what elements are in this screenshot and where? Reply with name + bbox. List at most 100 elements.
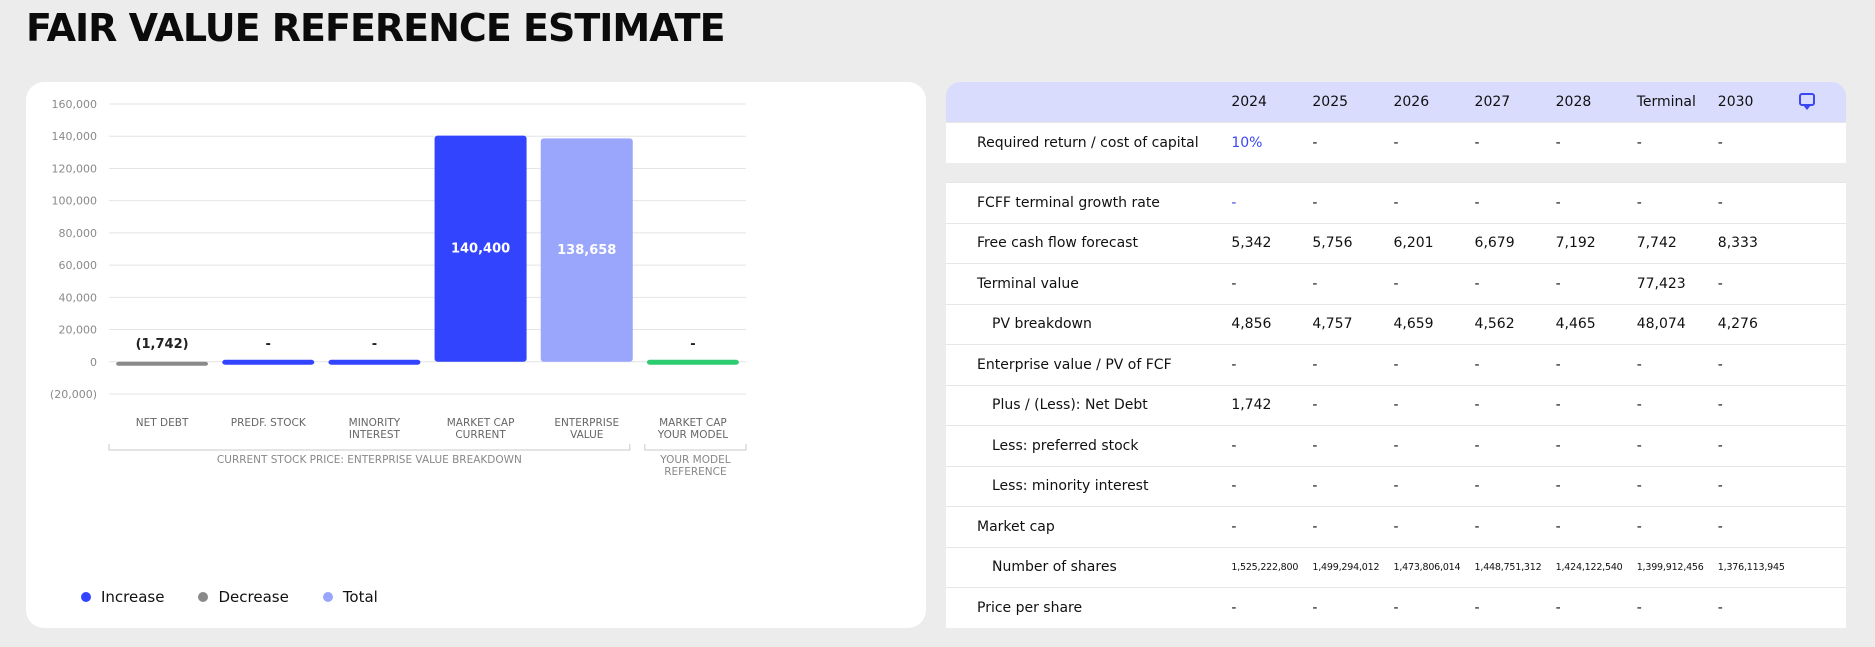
row-label: Price per share xyxy=(977,600,1083,616)
table-cell[interactable]: 10% xyxy=(1231,122,1312,163)
table-cell: 4,856 xyxy=(1231,316,1272,333)
table-cell: - xyxy=(1717,600,1723,616)
table-cell: - xyxy=(1717,518,1723,535)
table-cell[interactable]: - xyxy=(1231,183,1312,224)
comment-button[interactable] xyxy=(1798,82,1846,122)
y-tick-label: 60,000 xyxy=(59,259,98,272)
table-cell: 6,201 xyxy=(1393,235,1434,252)
table-cell: 1,525,222,800 xyxy=(1231,561,1299,573)
table-row: FCFF terminal growth rate - - - - - - - xyxy=(946,182,1846,224)
table-cell: - xyxy=(1231,275,1237,292)
table-cell: - xyxy=(1474,356,1480,373)
row-end-cell xyxy=(1799,547,1846,588)
table-row: Required return / cost of capital 10% - - - -… xyxy=(946,122,1846,163)
y-tick-label: 160,000 xyxy=(52,98,98,111)
dcf-table: 2024 2025 2026 2027 2028 Terminal 2030 Require… xyxy=(946,82,1846,628)
table-cell: - xyxy=(1312,134,1318,151)
table-cell: - xyxy=(1231,356,1237,373)
table-row: Price per share - - - - - - - xyxy=(946,587,1846,629)
row-label: Less: preferred stock xyxy=(992,437,1139,454)
table-cell: 8,333 xyxy=(1717,235,1758,252)
table-cell: - xyxy=(1636,356,1642,373)
group-bracket xyxy=(108,444,631,451)
table-cell: - xyxy=(1555,518,1561,535)
category-label: INTEREST xyxy=(349,429,401,441)
table-cell: - xyxy=(1717,437,1723,454)
table-spacer xyxy=(946,162,1846,183)
table-cell: - xyxy=(1636,600,1642,616)
row-end-cell xyxy=(1799,507,1846,548)
table-row: Terminal value - - - - - 77,423 - xyxy=(946,263,1846,305)
table-cell: - xyxy=(1393,478,1399,495)
group-label: REFERENCE xyxy=(664,466,726,478)
row-end-cell xyxy=(1799,426,1846,467)
waterfall-chart: 160,000 140,000 120,000 100,000 80,000 60,000… xyxy=(50,98,747,478)
table-cell: - xyxy=(1636,478,1642,495)
legend-dot-total xyxy=(322,592,333,602)
category-label: MINORITY xyxy=(349,417,401,429)
table-cell: - xyxy=(1555,194,1561,211)
table-cell: 7,192 xyxy=(1555,235,1596,252)
category-label: PREDF. STOCK xyxy=(231,417,307,429)
table-cell: - xyxy=(1393,356,1399,373)
table-cell: - xyxy=(1312,518,1318,535)
y-tick-label: 120,000 xyxy=(52,162,98,175)
comment-icon xyxy=(1798,93,1815,111)
table-cell: 6,679 xyxy=(1474,235,1515,252)
table-cell: - xyxy=(1312,356,1318,373)
row-end-cell xyxy=(1799,223,1846,264)
legend-label-increase: Increase xyxy=(101,588,165,606)
table-cell: 1,399,912,456 xyxy=(1636,561,1704,573)
table-row: PV breakdown 4,856 4,757 4,659 4,562 4,465 48,… xyxy=(946,304,1846,345)
legend-item-total[interactable]: Total xyxy=(322,588,378,606)
table-cell: - xyxy=(1636,397,1642,414)
table-cell: 1,742 xyxy=(1231,397,1272,414)
table-cell: 7,742 xyxy=(1636,235,1677,252)
table-row: Less: preferred stock - - - - - - - xyxy=(946,425,1846,467)
category-label: VALUE xyxy=(570,429,603,441)
table-cell: - xyxy=(1555,356,1561,373)
table-cell: 4,276 xyxy=(1717,316,1758,333)
table-cell: - xyxy=(1555,478,1561,495)
category-label: MARKET CAP xyxy=(659,417,727,429)
category-label: CURRENT xyxy=(455,429,506,441)
category-label: ENTERPRISE xyxy=(554,417,619,429)
legend-item-decrease[interactable]: Decrease xyxy=(198,588,289,606)
y-tick-label: 140,000 xyxy=(52,130,98,143)
row-end-cell xyxy=(1799,264,1846,305)
bar-2 xyxy=(328,359,421,365)
table-cell: 5,756 xyxy=(1312,235,1353,252)
column-header: 2026 xyxy=(1393,93,1430,110)
table-cell: 48,074 xyxy=(1636,316,1686,333)
table-cell: 4,659 xyxy=(1393,316,1434,333)
legend-item-increase[interactable]: Increase xyxy=(81,588,164,606)
row-label: Free cash flow forecast xyxy=(977,235,1138,252)
page-title: FAIR VALUE REFERENCE ESTIMATE xyxy=(26,6,726,50)
data-label: - xyxy=(266,337,271,352)
row-label: Number of shares xyxy=(992,559,1117,576)
table-cell: - xyxy=(1393,275,1399,292)
table-cell: - xyxy=(1231,478,1237,495)
table-cell: - xyxy=(1393,134,1399,151)
row-label: FCFF terminal growth rate xyxy=(977,194,1160,211)
table-cell: - xyxy=(1717,275,1723,292)
bar-0 xyxy=(116,361,209,366)
table-cell: 4,757 xyxy=(1312,316,1353,333)
table-cell: - xyxy=(1312,478,1318,495)
row-end-cell xyxy=(1799,588,1846,629)
group-label: CURRENT STOCK PRICE: ENTERPRISE VALUE BR… xyxy=(217,454,522,466)
legend-dot-increase xyxy=(81,592,91,602)
table-cell: 4,465 xyxy=(1555,316,1596,333)
table-cell: - xyxy=(1312,194,1318,211)
table-row: Plus / (Less): Net Debt 1,742 - - - - - - xyxy=(946,385,1846,426)
bar-5 xyxy=(646,359,739,365)
table-cell: - xyxy=(1231,600,1237,616)
table-row: Number of shares 1,525,222,800 1,499,294,0… xyxy=(946,547,1846,588)
table-row: Enterprise value / PV of FCF - - - - - - - xyxy=(946,344,1846,386)
table-cell: - xyxy=(1555,275,1561,292)
legend-label-decrease: Decrease xyxy=(218,588,289,606)
table-cell: - xyxy=(1474,134,1480,151)
table-cell: - xyxy=(1231,437,1237,454)
row-label: Plus / (Less): Net Debt xyxy=(992,397,1148,414)
table-cell: - xyxy=(1636,437,1642,454)
